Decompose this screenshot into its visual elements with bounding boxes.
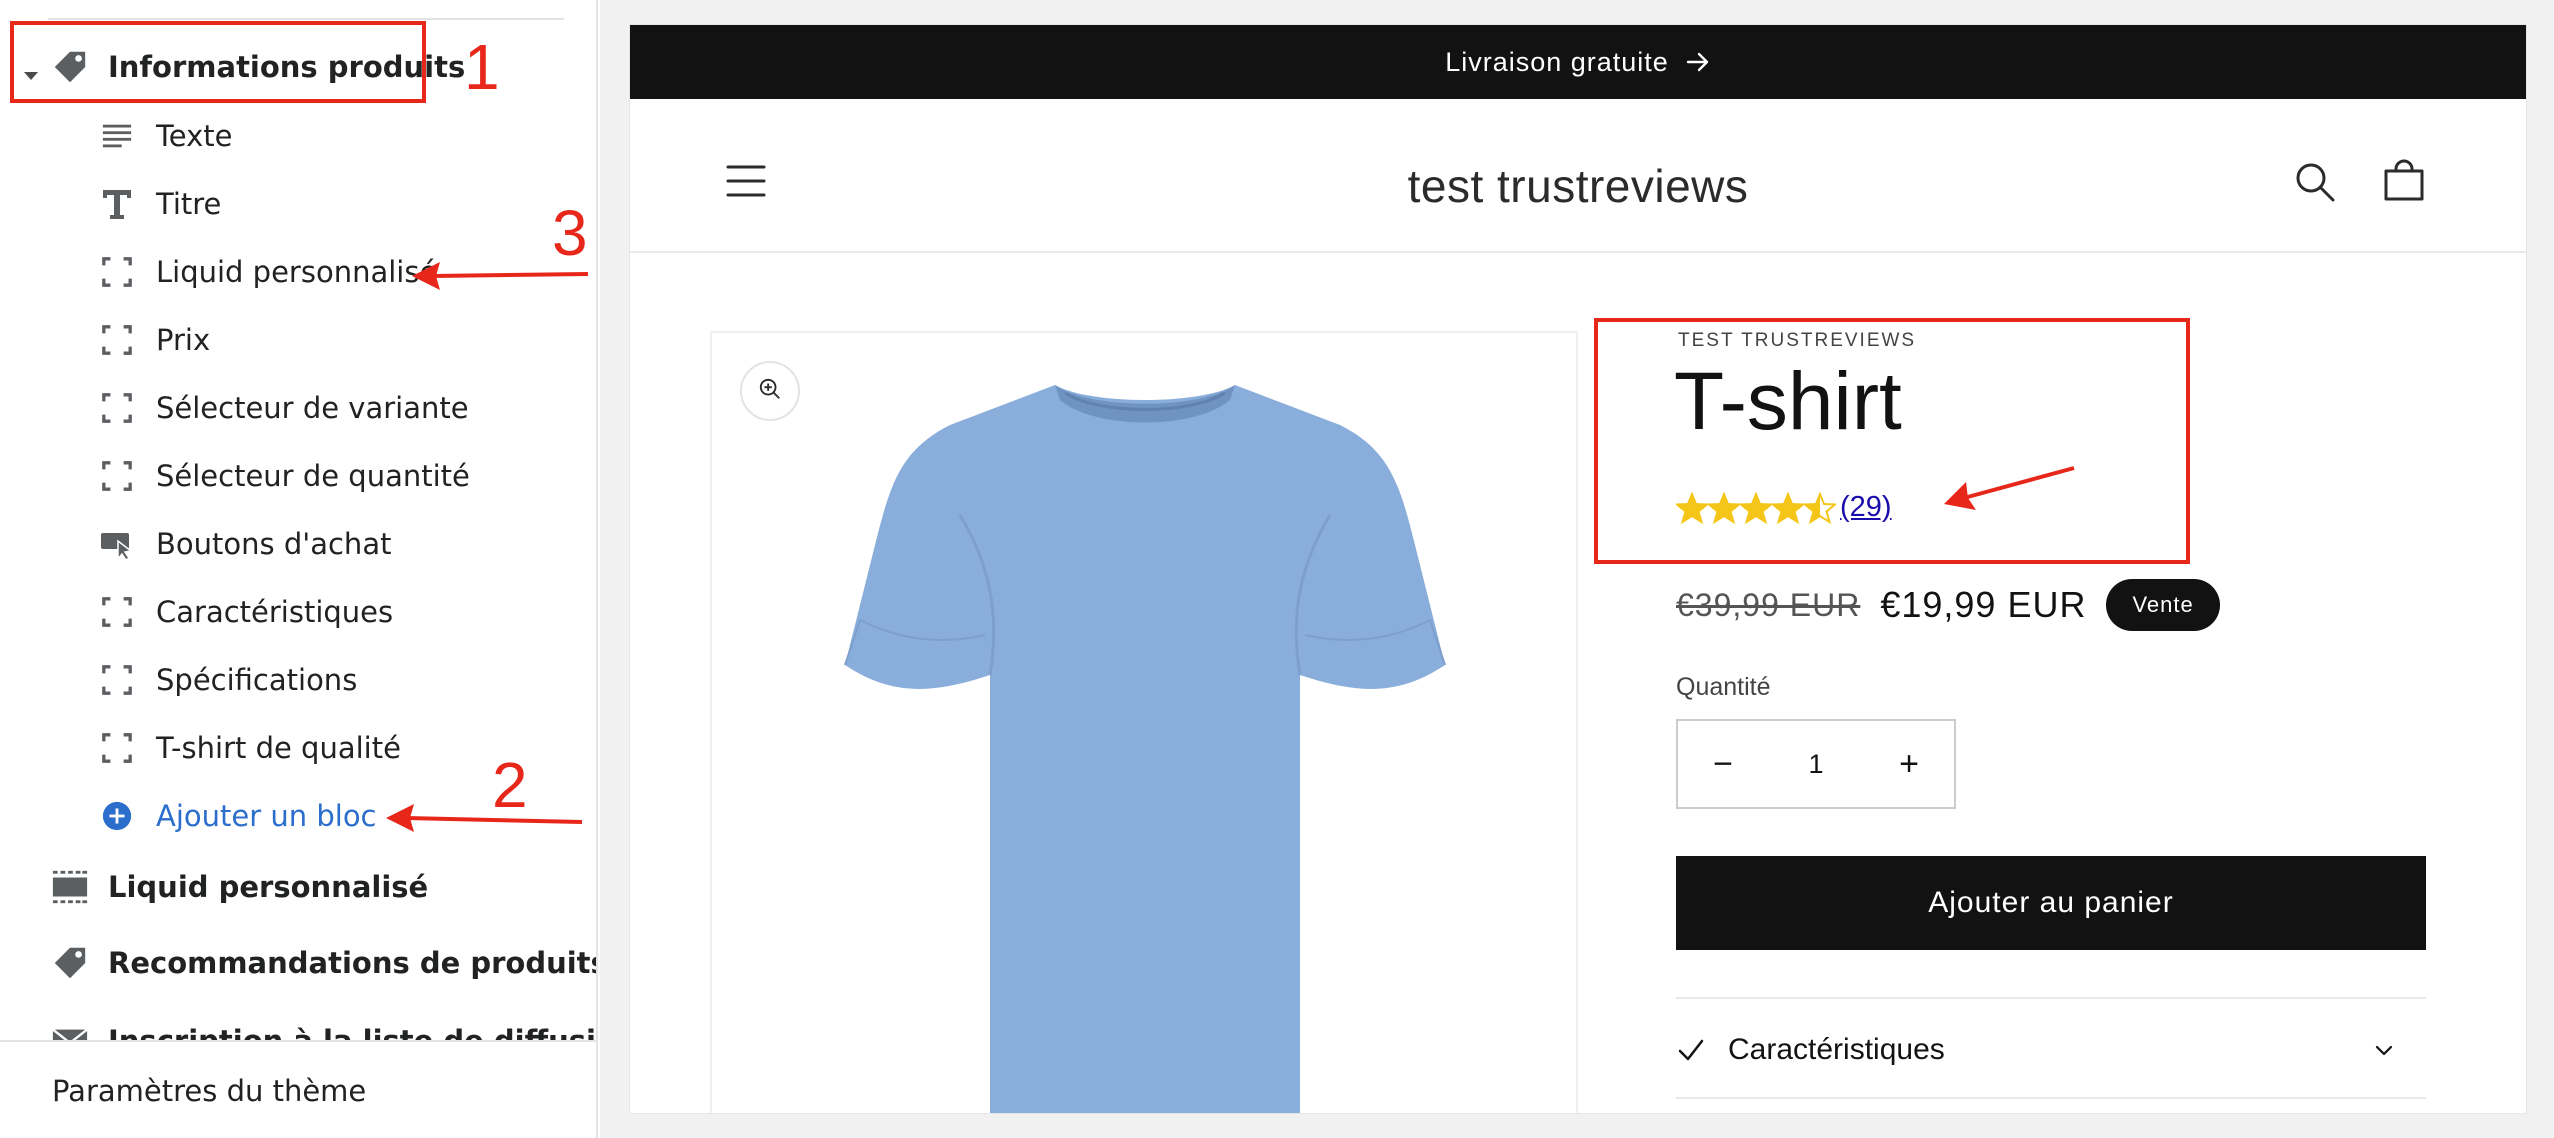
dashed-square-icon [100,663,134,697]
block-label: Spécifications [156,663,358,697]
block-label: Caractéristiques [156,595,394,629]
dashed-square-icon [100,391,134,425]
dashed-square-icon [100,595,134,629]
dashed-square-icon [100,323,134,357]
block-titre[interactable]: Titre [100,179,221,229]
announcement-text: Livraison gratuite [1445,46,1669,77]
buy-button-icon [100,527,134,561]
section-liquid-personnalise[interactable]: Liquid personnalisé [50,862,428,912]
block-label: Titre [156,187,222,221]
tag-icon [50,943,90,983]
annotation-arrow-3 [412,262,589,290]
block-label: Texte [156,119,233,153]
block-label: Sélecteur de quantité [156,459,470,493]
block-specifications[interactable]: Spécifications [100,655,357,705]
block-label: Boutons d'achat [156,527,392,561]
annotation-arrow-rating [1944,466,2075,510]
block-boutons-achat[interactable]: Boutons d'achat [100,519,391,569]
store-header: test trustreviews [630,99,2526,253]
annotation-number-1: 1 [464,31,500,103]
dashed-square-icon [100,459,134,493]
block-tshirt-qualite[interactable]: T-shirt de qualité [100,723,401,773]
quantity-plus-button[interactable]: + [1864,721,1954,807]
arrow-right-icon [1685,49,1711,75]
block-selecteur-variante[interactable]: Sélecteur de variante [100,383,469,433]
theme-editor-sidebar: Informations produits Texte Titre Liquid… [0,0,598,1138]
annotation-arrow-2 [386,804,583,832]
quantity-label: Quantité [1676,673,1771,701]
check-icon [1676,1035,1706,1065]
zoom-in-icon [758,377,782,405]
annotation-box-product-info [1594,318,2190,564]
announcement-bar[interactable]: Livraison gratuite [630,25,2526,99]
add-block-label: Ajouter un bloc [156,799,377,833]
section-dashed-icon [50,867,90,907]
divider [1676,1097,2426,1099]
add-to-cart-button[interactable]: Ajouter au panier [1676,856,2426,950]
block-texte[interactable]: Texte [100,111,233,161]
block-label: Prix [156,323,211,357]
theme-settings-label: Paramètres du thème [52,1074,367,1108]
divider [1676,997,2426,999]
block-selecteur-quantite[interactable]: Sélecteur de quantité [100,451,470,501]
block-label: T-shirt de qualité [156,731,401,765]
title-t-icon [100,187,134,221]
section-label: Recommandations de produits [108,946,598,980]
accordion-caracteristiques[interactable]: Caractéristiques [1676,1005,2426,1095]
dashed-square-icon [100,255,134,289]
store-name[interactable]: test trustreviews [630,159,2526,213]
divider [48,18,564,20]
accordion-label: Caractéristiques [1728,1033,1945,1066]
block-label: Liquid personnalisé [156,255,438,289]
price-row: €39,99 EUR €19,99 EUR Vente [1676,573,2220,637]
block-caracteristiques[interactable]: Caractéristiques [100,587,393,637]
text-lines-icon [100,119,134,153]
quantity-input[interactable]: 1 [1808,749,1823,780]
block-label: Sélecteur de variante [156,391,469,425]
section-label: Liquid personnalisé [108,870,429,904]
storefront-preview: Livraison gratuite test trustreviews TES… [630,25,2526,1113]
block-prix[interactable]: Prix [100,315,210,365]
zoom-button[interactable] [740,361,800,421]
price-sale: €19,99 EUR [1880,584,2087,625]
tshirt-image[interactable] [800,365,1490,1113]
quantity-minus-button[interactable]: − [1678,721,1768,807]
search-icon[interactable] [2294,161,2336,203]
section-recommandations-produits[interactable]: Recommandations de produits [50,938,598,988]
block-liquid-personnalise[interactable]: Liquid personnalisé [100,247,437,297]
plus-circle-icon [100,799,134,833]
theme-settings-footer[interactable]: Paramètres du thème [0,1040,596,1138]
cart-icon[interactable] [2382,159,2426,203]
annotation-box-section [10,21,426,103]
sale-badge: Vente [2106,579,2220,631]
chevron-down-icon [2372,1038,2396,1062]
price-compare: €39,99 EUR [1676,586,1861,623]
dashed-square-icon [100,731,134,765]
quantity-stepper: − 1 + [1676,719,1956,809]
add-block-button[interactable]: Ajouter un bloc [100,791,377,841]
